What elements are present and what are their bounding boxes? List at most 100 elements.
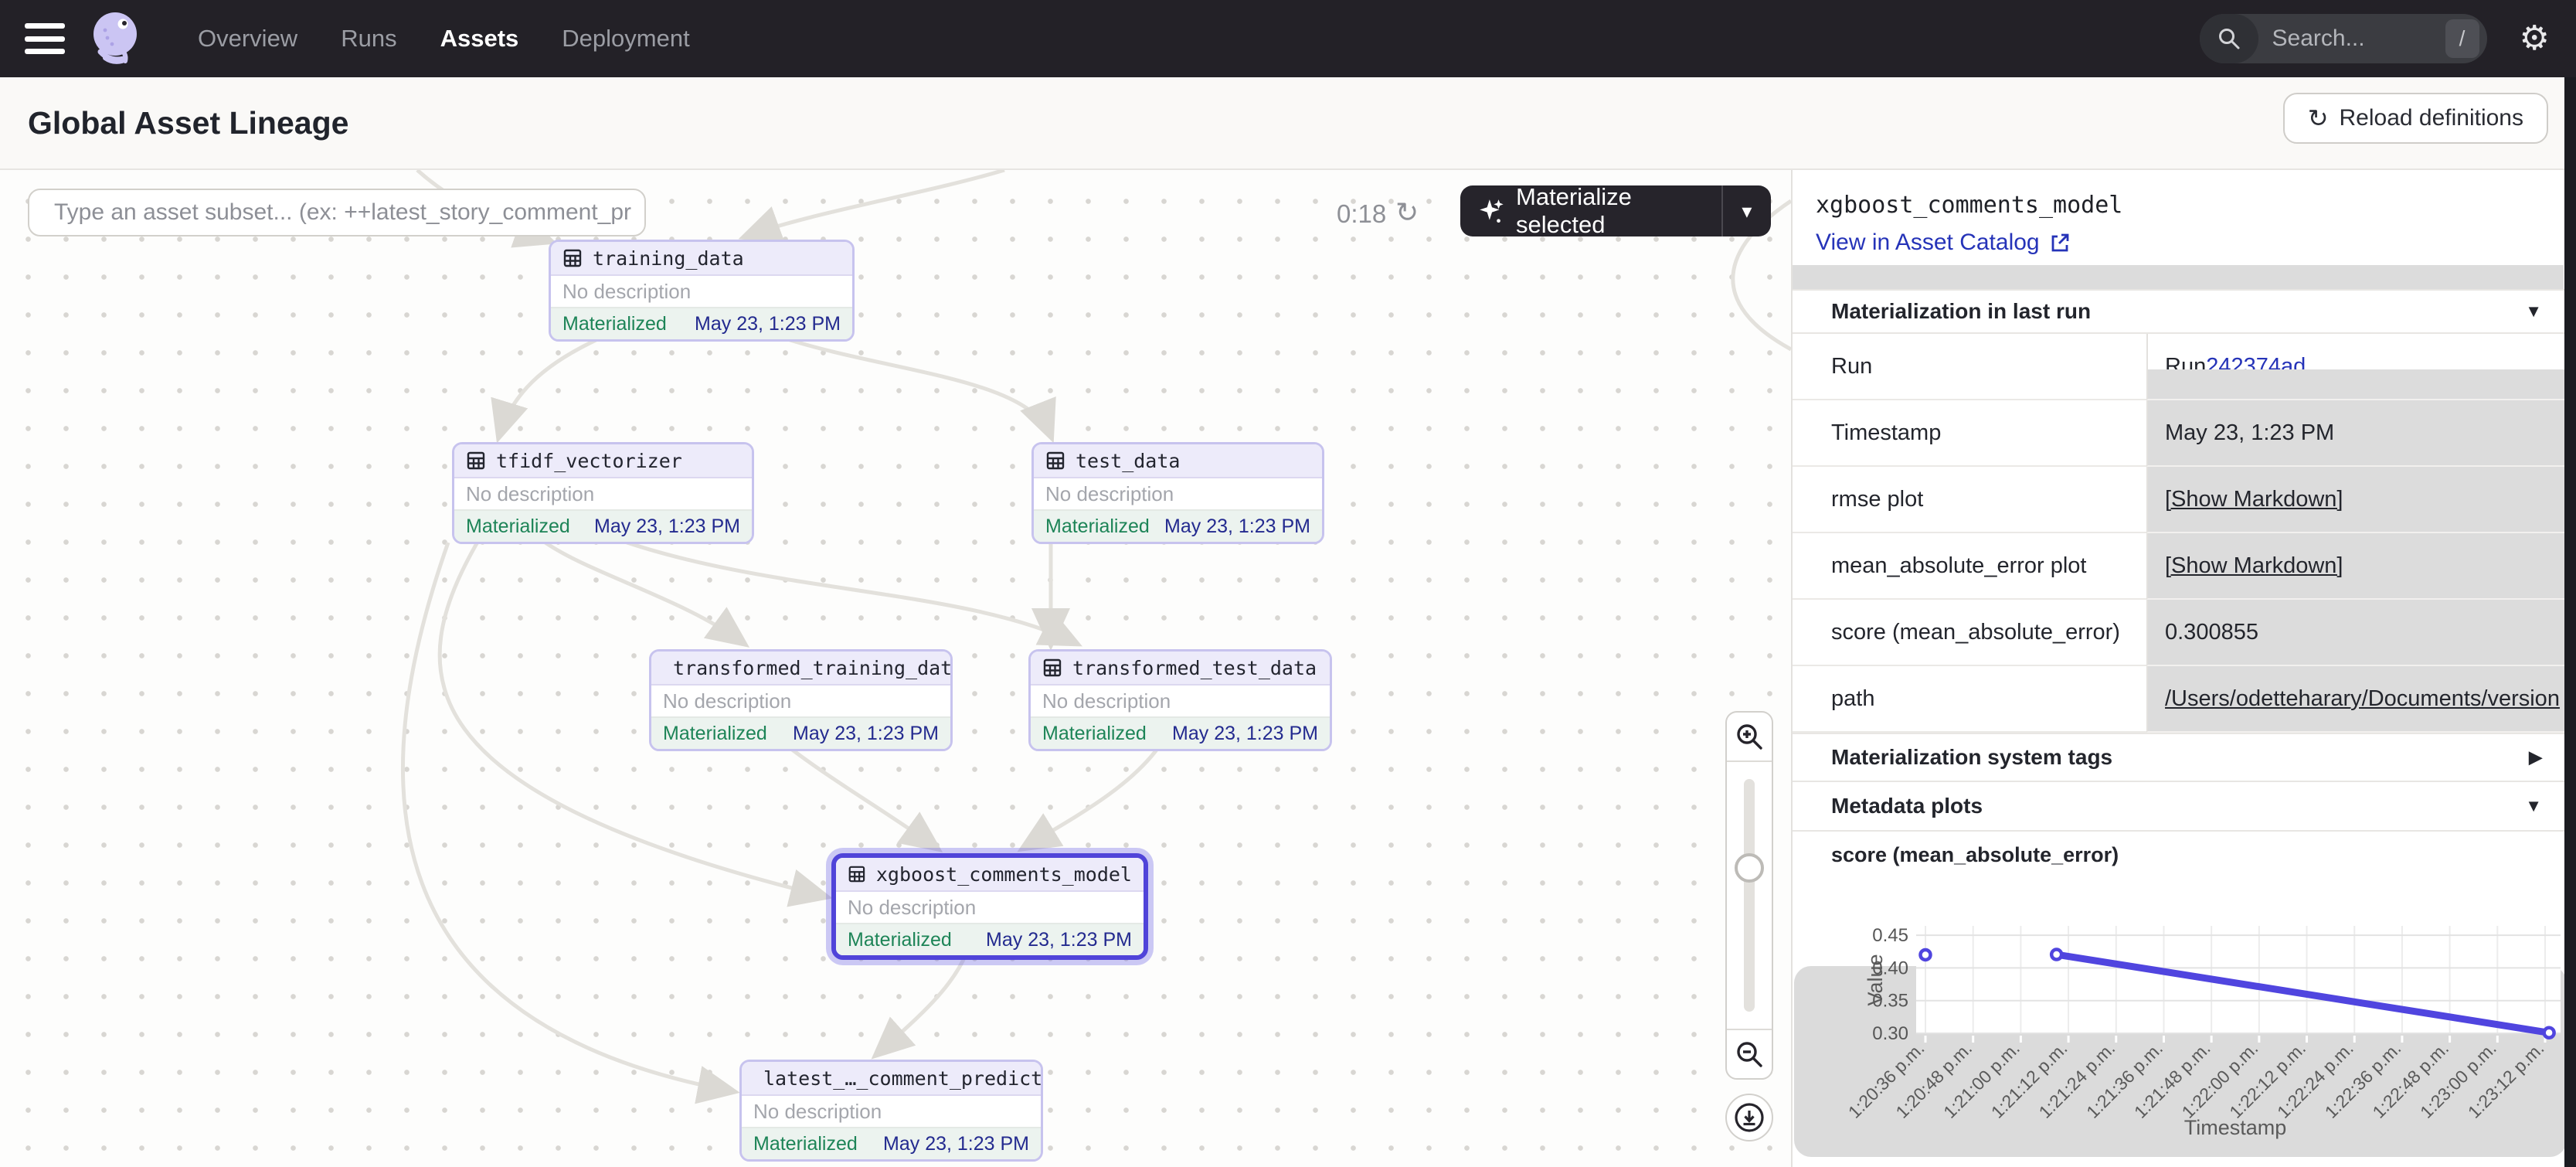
asset-description: No description [1031, 686, 1330, 716]
asset-status-row: Materialized May 23, 1:23 PM [1031, 716, 1330, 749]
metadata-row-timestamp: TimestampMay 23, 1:23 PM [1793, 400, 2576, 467]
zoom-slider[interactable] [1727, 762, 1772, 1029]
asset-node-xgboost_comments_model[interactable]: xgboost_comments_modelNo descriptionMate… [831, 853, 1148, 960]
asset-filter-input[interactable]: Type an asset subset... (ex: ++latest_st… [28, 189, 646, 236]
nav-item-assets[interactable]: Assets [440, 25, 519, 53]
metadata-label: path [1793, 666, 2146, 733]
score-line-chart: 1:20:36 p.m.1:20:48 p.m.1:21:00 p.m.1:21… [1793, 878, 2576, 1167]
run-id-link[interactable]: 242374ad [2206, 354, 2306, 379]
metadata-row-rmse-plot: rmse plot[Show Markdown] [1793, 467, 2576, 533]
chevron-down-icon: ▼ [2525, 796, 2542, 816]
reload-definitions-button[interactable]: ↻ Reload definitions [2283, 93, 2548, 144]
materialization-timestamp[interactable]: May 23, 1:23 PM [594, 515, 740, 538]
table-icon [848, 864, 866, 884]
zoom-slider-knob[interactable] [1735, 853, 1764, 883]
table-icon [466, 451, 486, 471]
materialize-dropdown-caret[interactable]: ▾ [1721, 185, 1771, 236]
data-point[interactable] [1921, 950, 1931, 960]
settings-gear-icon[interactable]: ⚙ [2520, 22, 2550, 56]
reload-definitions-label: Reload definitions [2340, 105, 2524, 131]
nav-item-overview[interactable]: Overview [198, 25, 297, 53]
metadata-row-path: path/Users/odetteharary/Documents/versio… [1793, 666, 2576, 733]
asset-node-test_data[interactable]: test_dataNo descriptionMaterializedMay 2… [1031, 442, 1324, 544]
view-in-asset-catalog-link[interactable]: View in Asset Catalog [1816, 230, 2071, 256]
materialize-selected-button[interactable]: Materialize selected ▾ [1460, 185, 1771, 236]
zoom-out-button[interactable] [1727, 1029, 1772, 1078]
lineage-graph-canvas[interactable]: training_data No description Materialized M… [0, 170, 1791, 1167]
search-input[interactable]: Search... / [2200, 14, 2487, 63]
metadata-label: Run [1793, 334, 2146, 400]
app-window: Overview Runs Assets Deployment Search... /… [0, 0, 2576, 1167]
asset-node-training_data[interactable]: training_dataNo descriptionMaterializedM… [549, 240, 855, 342]
external-link-icon [2049, 232, 2071, 253]
materialization-timestamp[interactable]: May 23, 1:23 PM [793, 723, 939, 745]
data-point[interactable] [2051, 950, 2061, 960]
metadata-row-mean-absolute-error-plot: mean_absolute_error plot[Show Markdown] [1793, 533, 2576, 600]
metadata-value: May 23, 1:23 PM [2146, 400, 2576, 467]
asset-status-row: Materialized May 23, 1:23 PM [651, 716, 950, 749]
chevron-right-icon: ▶ [2529, 747, 2542, 767]
data-point[interactable] [2544, 1028, 2554, 1038]
chevron-down-icon: ▼ [2525, 301, 2542, 322]
metadata-value: Run 242374ad [2146, 334, 2576, 400]
asset-node-header: training_data [551, 242, 852, 276]
section-materialization-last-run[interactable]: Materialization in last run ▼ [1793, 289, 2576, 334]
asset-node-header: latest_…_comment_predictions [742, 1062, 1041, 1096]
metadata-row-run: RunRun 242374ad [1793, 334, 2576, 400]
asset-node-transformed_training_data[interactable]: transformed_training_dataNo descriptionM… [649, 649, 953, 751]
edge-transformed_test_data-to-xgboost_comments_model [1024, 747, 1159, 848]
run-prefix: Run [2165, 354, 2206, 379]
y-tick-label: 0.45 [1872, 925, 1908, 946]
status-badge: Materialized [1042, 723, 1147, 745]
materialization-timestamp[interactable]: May 23, 1:23 PM [986, 929, 1132, 951]
zoom-slider-rail [1744, 779, 1755, 1012]
search-icon [2200, 14, 2258, 63]
materialization-timestamp[interactable]: May 23, 1:23 PM [695, 313, 841, 335]
dagster-logo[interactable] [87, 9, 144, 70]
asset-description: No description [742, 1096, 1041, 1127]
edge-xgboost_comments_model-to-latest_comment_predictions [877, 954, 966, 1054]
table-icon [1042, 658, 1062, 678]
asset-node-header: xgboost_comments_model [836, 858, 1144, 892]
asset-details-panel: xgboost_comments_model View in Asset Cat… [1791, 170, 2576, 1167]
top-nav: Overview Runs Assets Deployment Search... /… [0, 0, 2576, 77]
edge-offscreen-top-to-training_data [746, 170, 1004, 236]
asset-node-latest_comment_predictions[interactable]: latest_…_comment_predictions No descripti… [739, 1060, 1043, 1162]
nav-item-runs[interactable]: Runs [341, 25, 396, 53]
zoom-in-button[interactable] [1727, 713, 1772, 762]
asset-node-transformed_test_data[interactable]: transformed_test_dataNo descriptionMater… [1028, 649, 1332, 751]
status-badge: Materialized [663, 723, 767, 745]
nav-item-deployment[interactable]: Deployment [562, 25, 689, 53]
materialization-timestamp[interactable]: May 23, 1:23 PM [883, 1133, 1029, 1155]
section-materialization-system-tags[interactable]: Materialization system tags ▶ [1793, 733, 2576, 782]
asset-description: No description [1034, 478, 1322, 509]
metadata-row-score-mean-absolute-error-: score (mean_absolute_error)0.300855 [1793, 600, 2576, 666]
metadata-value-link[interactable]: [Show Markdown] [2165, 553, 2343, 579]
asset-status-row: Materialized May 23, 1:23 PM [742, 1127, 1041, 1159]
materialization-timestamp[interactable]: May 23, 1:23 PM [1172, 723, 1318, 745]
metadata-value: [Show Markdown] [2146, 467, 2576, 533]
download-graph-button[interactable] [1725, 1094, 1773, 1141]
asset-status-row: MaterializedMay 23, 1:23 PM [1034, 509, 1322, 542]
section-metadata-plots[interactable]: Metadata plots ▼ [1793, 782, 2576, 832]
graph-refresh-icon[interactable]: ↻ [1395, 196, 1419, 229]
metadata-value-link[interactable]: [Show Markdown] [2165, 487, 2343, 512]
page-title: Global Asset Lineage [28, 105, 348, 141]
asset-node-header: transformed_training_data [651, 652, 950, 686]
asset-node-tfidf_vectorizer[interactable]: tfidf_vectorizerNo descriptionMaterializ… [452, 442, 754, 544]
nav-items: Overview Runs Assets Deployment [198, 25, 690, 53]
metadata-plot-title: score (mean_absolute_error) [1793, 832, 2576, 878]
metadata-value-link[interactable]: /Users/odetteharary/Documents/version [2165, 686, 2560, 712]
hamburger-menu-icon[interactable] [25, 23, 65, 54]
materialization-timestamp[interactable]: May 23, 1:23 PM [1164, 515, 1310, 538]
window-edge-scrollbar[interactable] [2564, 77, 2576, 1167]
zoom-controls [1725, 711, 1773, 1141]
status-badge: Materialized [753, 1133, 858, 1155]
asset-node-header: test_data [1034, 444, 1322, 478]
metadata-label: Timestamp [1793, 400, 2146, 467]
panel-horizontal-scrollbar[interactable] [1793, 265, 2564, 289]
asset-description: No description [836, 892, 1144, 923]
edge-training_data-to-tfidf_vectorizer [499, 337, 603, 436]
asset-name: latest_…_comment_predictions [763, 1067, 1043, 1090]
sparkle-icon [1477, 197, 1505, 225]
